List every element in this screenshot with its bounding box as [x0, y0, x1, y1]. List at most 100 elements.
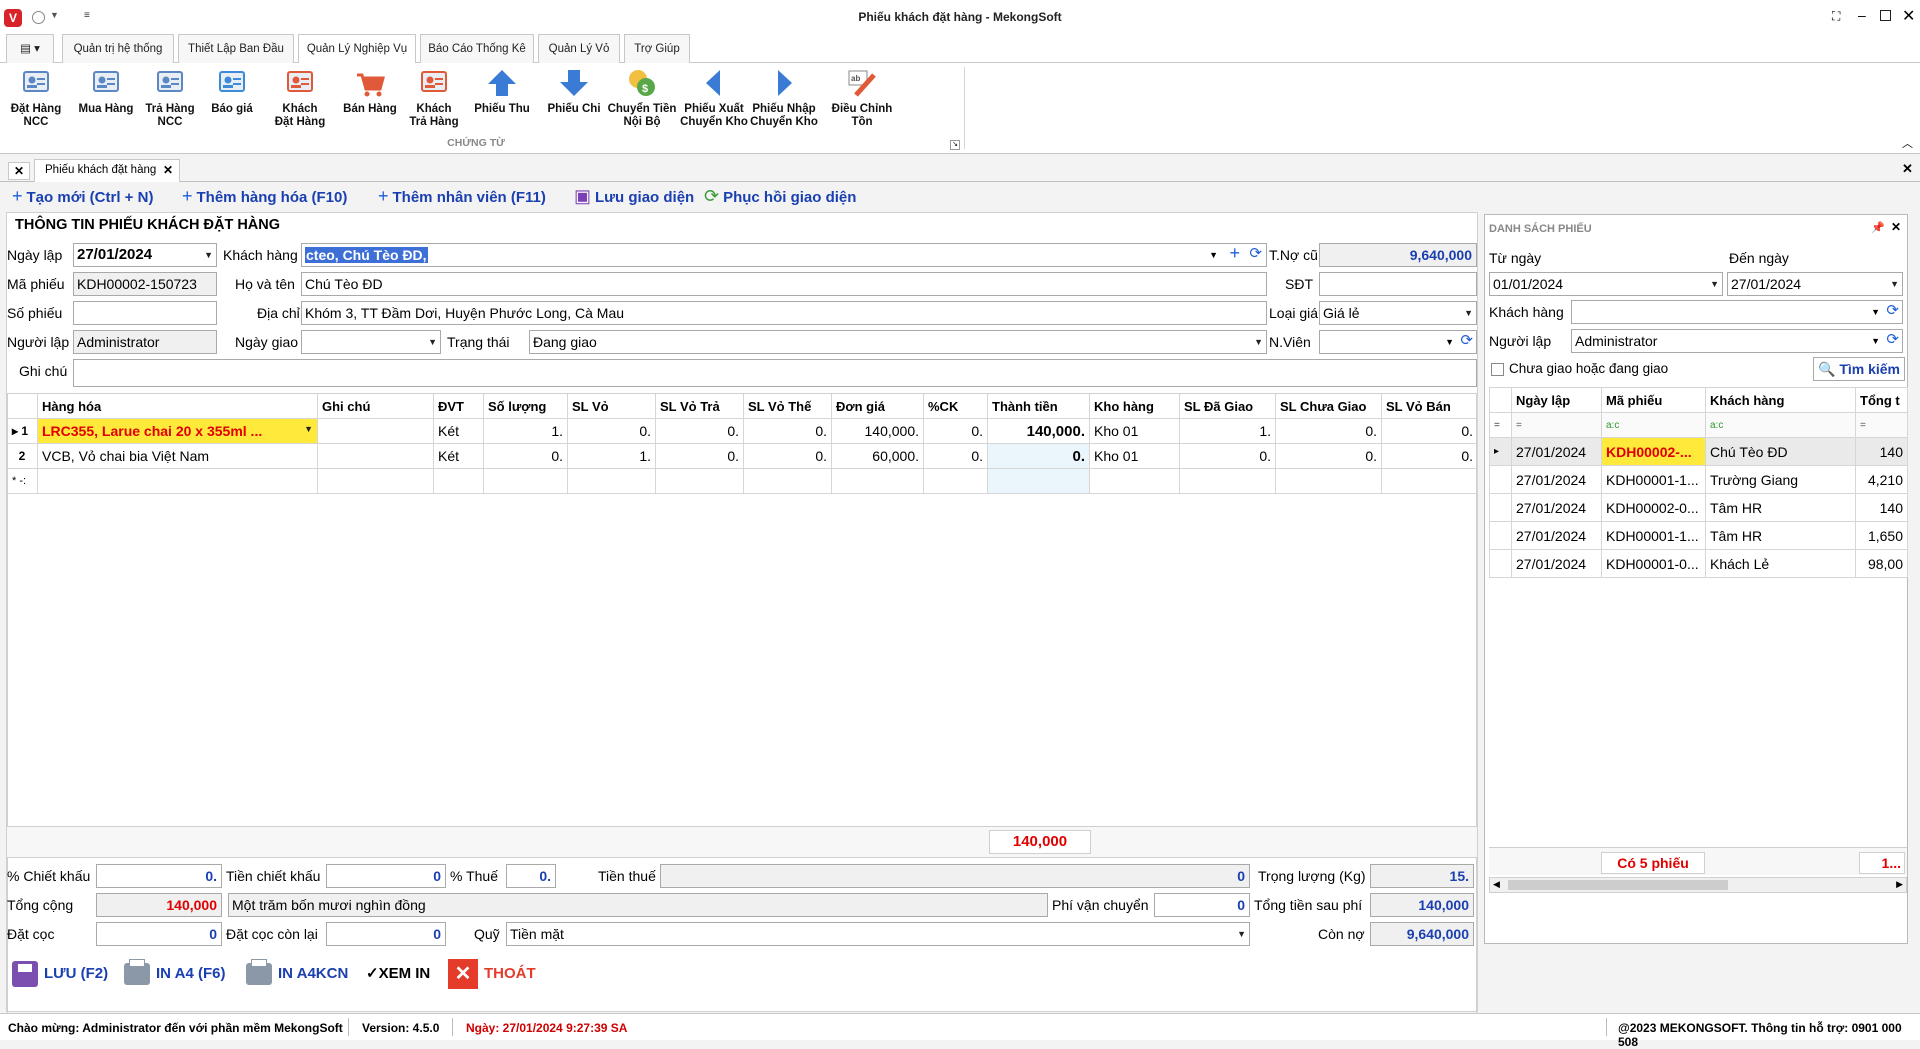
ribbon-button-5[interactable]: Bán Hàng [334, 67, 406, 116]
address-field[interactable]: Khóm 3, TT Đầm Dơi, Huyện Phước Long, Cà… [301, 301, 1267, 325]
add-staff-button[interactable]: + Thêm nhân viên (F11) [378, 186, 546, 207]
shell-return-cell[interactable]: 0. [655, 418, 744, 444]
scroll-right-icon[interactable]: ▶ [1896, 879, 1903, 890]
col-price[interactable]: Đơn giá [831, 393, 924, 419]
list-code-cell[interactable]: KDH00002-... [1601, 437, 1706, 466]
filter-date[interactable]: = [1511, 412, 1602, 438]
close-icon[interactable]: ✕ [1891, 220, 1901, 234]
col-delivered[interactable]: SL Đã Giao [1179, 393, 1276, 419]
list-col-total[interactable]: Tổng t [1855, 387, 1908, 413]
note-cell[interactable] [317, 443, 434, 469]
filter-total[interactable]: = [1855, 412, 1908, 438]
refresh-icon[interactable]: ⟳ [1886, 301, 1899, 322]
list-customer-cell[interactable]: Tâm HR [1705, 521, 1856, 550]
doc-tab-customer-order[interactable]: Phiếu khách đặt hàng ✕ [34, 159, 180, 182]
close-icon[interactable]: ✕ [1902, 6, 1915, 26]
chevron-down-icon[interactable]: ▼ [1890, 273, 1899, 295]
tab-initial-setup[interactable]: Thiết Lập Ban Đầu [178, 34, 294, 64]
close-all-docs-icon[interactable]: ✕ [8, 162, 30, 180]
discount-cell[interactable]: 0. [923, 418, 988, 444]
col-shell-sold[interactable]: SL Vỏ Bán [1381, 393, 1478, 419]
name-field[interactable]: Chú Tèo ĐD [301, 272, 1267, 296]
new-note-cell[interactable] [317, 468, 434, 494]
shell-cell[interactable]: 0. [567, 418, 656, 444]
shell-sold-cell[interactable]: 0. [1381, 418, 1478, 444]
scroll-left-icon[interactable]: ◀ [1493, 879, 1500, 890]
deposit-field[interactable]: 0 [96, 922, 222, 946]
scroll-thumb[interactable] [1508, 880, 1728, 890]
shell-sold-cell[interactable]: 0. [1381, 443, 1478, 469]
list-total-cell[interactable]: 140 [1855, 493, 1908, 522]
amount-cell[interactable]: 140,000. [987, 418, 1090, 444]
shipping-field[interactable]: 0 [1154, 893, 1250, 917]
warehouse-cell[interactable]: Kho 01 [1089, 443, 1180, 469]
maximize-icon[interactable] [1880, 10, 1891, 21]
ribbon-button-11[interactable]: Phiếu Nhập Chuyển Kho [748, 67, 820, 129]
delivery-date-field[interactable]: ▼ [301, 330, 441, 354]
list-col-date[interactable]: Ngày lập [1511, 387, 1602, 413]
disc-pct-field[interactable]: 0. [96, 864, 222, 888]
print-preview-toggle[interactable]: ✓XEM IN [366, 956, 430, 992]
refresh-icon[interactable]: ⟳ [1460, 331, 1473, 352]
shell-deposit-cell[interactable]: 0. [743, 443, 832, 469]
ribbon-button-6[interactable]: Khách Trả Hàng [398, 67, 470, 129]
new-item-cell[interactable] [37, 468, 318, 494]
ribbon-button-10[interactable]: Phiếu Xuất Chuyển Kho [678, 67, 750, 129]
warehouse-cell[interactable]: Kho 01 [1089, 418, 1180, 444]
row-indicator[interactable] [1489, 493, 1512, 522]
side-creator-select[interactable]: Administrator ▼ ⟳ [1571, 329, 1903, 353]
list-total-cell[interactable]: 1,650 [1855, 521, 1908, 550]
new-price-cell[interactable] [831, 468, 924, 494]
list-code-cell[interactable]: KDH00001-0... [1601, 549, 1706, 578]
pending-cell[interactable]: 0. [1275, 443, 1382, 469]
chevron-down-icon[interactable]: ▼ [1871, 330, 1880, 352]
print-a4kcn-button[interactable]: IN A4KCN [246, 956, 348, 992]
pin-icon[interactable]: 📌 [1871, 221, 1885, 234]
restore-layout-icon[interactable]: ⛶ [1832, 9, 1840, 24]
new-warehouse-cell[interactable] [1089, 468, 1180, 494]
col-unit[interactable]: ĐVT [433, 393, 484, 419]
list-code-cell[interactable]: KDH00001-1... [1601, 465, 1706, 494]
row-indicator[interactable] [1489, 521, 1512, 550]
restore-layout-button[interactable]: ⟳ Phục hồi giao diện [704, 186, 856, 207]
list-code-cell[interactable]: KDH00002-0... [1601, 493, 1706, 522]
col-shell[interactable]: SL Vỏ [567, 393, 656, 419]
refresh-icon[interactable]: ⟳ [1249, 244, 1262, 265]
list-total-cell[interactable]: 98,00 [1855, 549, 1908, 578]
chevron-down-icon[interactable]: ▼ [1445, 331, 1454, 353]
fund-select[interactable]: Tiền mặt ▼ [506, 922, 1250, 946]
add-item-button[interactable]: + Thêm hàng hóa (F10) [182, 186, 347, 207]
qty-cell[interactable]: 0. [483, 443, 568, 469]
list-date-cell[interactable]: 27/01/2024 [1511, 549, 1602, 578]
unit-cell[interactable]: Két [433, 418, 484, 444]
save-layout-button[interactable]: ▣ Lưu giao diện [574, 186, 694, 207]
list-customer-cell[interactable]: Khách Lẻ [1705, 549, 1856, 578]
new-amount-cell[interactable] [987, 468, 1090, 494]
list-item[interactable]: 27/01/2024 KDH00001-1... Trường Giang 4,210 [1489, 465, 1908, 494]
staff-select[interactable]: ▼ ⟳ [1319, 330, 1477, 354]
new-unit-cell[interactable] [433, 468, 484, 494]
qty-cell[interactable]: 1. [483, 418, 568, 444]
tab-help[interactable]: Trợ Giúp [624, 34, 690, 64]
ribbon-button-0[interactable]: Đặt Hàng NCC [0, 67, 72, 129]
shell-cell[interactable]: 1. [567, 443, 656, 469]
price-type-select[interactable]: Giá lẻ ▼ [1319, 301, 1477, 325]
chevron-down-icon[interactable]: ▼ [204, 244, 213, 266]
collapse-ribbon-icon[interactable]: ︿ [1902, 135, 1913, 151]
chevron-down-icon[interactable]: ▼ [1237, 923, 1246, 945]
row-indicator[interactable] [1489, 465, 1512, 494]
discount-cell[interactable]: 0. [923, 443, 988, 469]
ribbon-app-menu[interactable]: ▤ ▾ [6, 34, 54, 64]
new-shell-cell[interactable] [567, 468, 656, 494]
price-cell[interactable]: 60,000. [831, 443, 924, 469]
date-field[interactable]: 27/01/2024 ▼ [73, 243, 217, 267]
ribbon-button-8[interactable]: Phiếu Chi [538, 67, 610, 116]
list-date-cell[interactable]: 27/01/2024 [1511, 521, 1602, 550]
list-customer-cell[interactable]: Trường Giang [1705, 465, 1856, 494]
list-col-code[interactable]: Mã phiếu [1601, 387, 1706, 413]
delivered-cell[interactable]: 0. [1179, 443, 1276, 469]
price-cell[interactable]: 140,000. [831, 418, 924, 444]
new-document-button[interactable]: + Tạo mới (Ctrl + N) [12, 186, 153, 207]
col-warehouse[interactable]: Kho hàng [1089, 393, 1180, 419]
list-item[interactable]: 27/01/2024 KDH00001-1... Tâm HR 1,650 [1489, 521, 1908, 550]
